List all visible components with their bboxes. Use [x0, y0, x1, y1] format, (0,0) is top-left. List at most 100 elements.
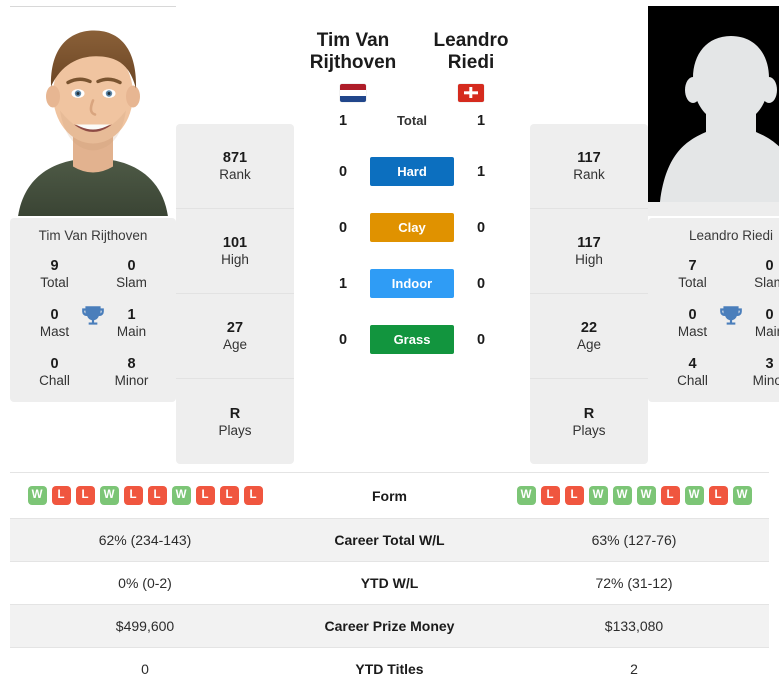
row-label-form: Form [372, 487, 407, 504]
form-badge-l[interactable]: L [243, 486, 263, 505]
h2h-surface-stack: 1 Total 1 0 Hard 1 0 Clay 0 1 Indoor 0 0… [294, 98, 530, 368]
right-h2h-clay: 0 [476, 219, 486, 236]
comparison-table-body: WLLWLLWLLL Form WLLWWWLWLW 62% (234-143)… [10, 472, 769, 691]
left-career-wl: 62% (234-143) [98, 532, 192, 548]
rank-value: 871 [222, 150, 248, 166]
stat-label: Total [40, 275, 69, 291]
form-badge-w[interactable]: W [27, 486, 47, 505]
h2h-row-hard: 0 Hard 1 [294, 144, 530, 200]
stat-label: Minor [752, 373, 779, 389]
left-ytd-wl: 0% (0-2) [118, 575, 172, 591]
row-label-ytd-wl: YTD W/L [360, 575, 419, 591]
trophy-icon [80, 303, 106, 329]
form-badge-w[interactable]: W [732, 486, 752, 505]
stat-slam: 0 Slam [731, 257, 779, 292]
stat-chall: 0 Chall [16, 355, 93, 390]
form-badge-l[interactable]: L [708, 486, 728, 505]
left-rank-item: 871 Rank [176, 124, 294, 209]
left-h2h-hard: 0 [338, 163, 348, 180]
left-player-info-stack: 871 Rank 101 High 27 Age R Plays [176, 124, 294, 464]
row-label-career-wl: Career Total W/L [334, 532, 445, 548]
high-label: High [575, 252, 603, 267]
left-name-line1: Tim Van [316, 30, 390, 51]
plays-value: R [583, 405, 595, 422]
row-label-ytd-titles: YTD Titles [355, 661, 424, 677]
form-badge-l[interactable]: L [219, 486, 239, 505]
age-value: 27 [226, 320, 244, 336]
form-badge-l[interactable]: L [147, 486, 167, 505]
stat-total: 7 Total [654, 257, 731, 292]
names-band: Tim Van Rijthoven Leandro Riedi [294, 30, 530, 102]
h2h-row-total: 1 Total 1 [294, 98, 530, 144]
right-name-block: Leandro Riedi [412, 30, 530, 102]
right-player-photo-placeholder [648, 6, 779, 216]
form-badge-w[interactable]: W [516, 486, 536, 505]
left-player-column: Tim Van Rijthoven 9 Total 0 Slam 0 Mast [10, 6, 176, 402]
left-age-item: 27 Age [176, 294, 294, 379]
stat-value: 0 [127, 258, 136, 274]
left-player-titles-card: Tim Van Rijthoven 9 Total 0 Slam 0 Mast [10, 218, 176, 402]
stat-value: 0 [765, 258, 774, 274]
form-badge-w[interactable]: W [612, 486, 632, 505]
stat-value: 7 [688, 258, 697, 274]
form-badge-l[interactable]: L [51, 486, 71, 505]
right-name-line1: Leandro [433, 30, 509, 51]
surface-label-hard: Hard [370, 157, 454, 187]
surface-label-total: Total [396, 113, 428, 129]
form-badge-l[interactable]: L [660, 486, 680, 505]
surface-label-grass: Grass [370, 325, 454, 355]
right-h2h-indoor: 0 [476, 275, 486, 292]
right-h2h-hard: 1 [476, 163, 486, 180]
surface-label-clay: Clay [370, 213, 454, 243]
high-value: 117 [577, 235, 601, 251]
stat-label: Minor [114, 373, 149, 389]
form-badge-w[interactable]: W [99, 486, 119, 505]
age-label: Age [576, 337, 602, 352]
left-titles-grid: 9 Total 0 Slam 0 Mast 1 Main 0 Chall 8 M… [16, 257, 170, 390]
stat-label: Chall [677, 373, 708, 389]
form-badge-l[interactable]: L [123, 486, 143, 505]
stat-minor: 8 Minor [93, 355, 170, 390]
stat-chall: 4 Chall [654, 355, 731, 390]
plays-label: Plays [218, 422, 252, 438]
table-row-ytd-titles: 0 YTD Titles 2 [10, 647, 769, 691]
left-prize-money: $499,600 [115, 618, 175, 634]
comparison-header: Tim Van Rijthoven 9 Total 0 Slam 0 Mast [0, 0, 779, 464]
left-h2h-total: 1 [338, 112, 348, 129]
h2h-row-indoor: 1 Indoor 0 [294, 256, 530, 312]
left-name-line2: Rijthoven [309, 51, 397, 73]
right-name-line2: Riedi [447, 51, 495, 73]
table-row-career-wl: 62% (234-143) Career Total W/L 63% (127-… [10, 518, 769, 562]
form-badge-l[interactable]: L [540, 486, 560, 505]
left-player-photo [10, 7, 176, 216]
form-badge-l[interactable]: L [195, 486, 215, 505]
left-high-item: 101 High [176, 209, 294, 294]
surface-label-indoor: Indoor [370, 269, 454, 299]
stat-value: 3 [765, 356, 774, 372]
left-player-photo-card [10, 6, 176, 216]
left-form-cell: WLLWLLWLLL [10, 473, 280, 519]
right-player-name: Leandro Riedi [688, 228, 774, 243]
form-badge-w[interactable]: W [684, 486, 704, 505]
left-plays-item: R Plays [176, 379, 294, 464]
rank-value: 117 [577, 150, 601, 166]
stat-value: 8 [127, 356, 136, 372]
h2h-row-grass: 0 Grass 0 [294, 312, 530, 368]
rank-label: Rank [219, 167, 251, 182]
rank-label: Rank [573, 167, 605, 182]
form-badge-w[interactable]: W [171, 486, 191, 505]
form-badge-l[interactable]: L [75, 486, 95, 505]
stat-value: 0 [50, 356, 59, 372]
form-badge-w[interactable]: W [588, 486, 608, 505]
form-badge-l[interactable]: L [564, 486, 584, 505]
stat-value: 9 [50, 258, 59, 274]
right-rank-item: 117 Rank [530, 124, 648, 209]
form-badge-w[interactable]: W [636, 486, 656, 505]
right-ytd-wl: 72% (31-12) [595, 575, 673, 591]
right-form-cell: WLLWWWLWLW [499, 473, 769, 519]
left-player-name: Tim Van Rijthoven [38, 228, 148, 243]
stat-label: Slam [116, 275, 147, 291]
row-label-prize-money: Career Prize Money [324, 618, 455, 634]
ch-flag-icon [458, 83, 484, 102]
stat-label: Total [678, 275, 707, 291]
